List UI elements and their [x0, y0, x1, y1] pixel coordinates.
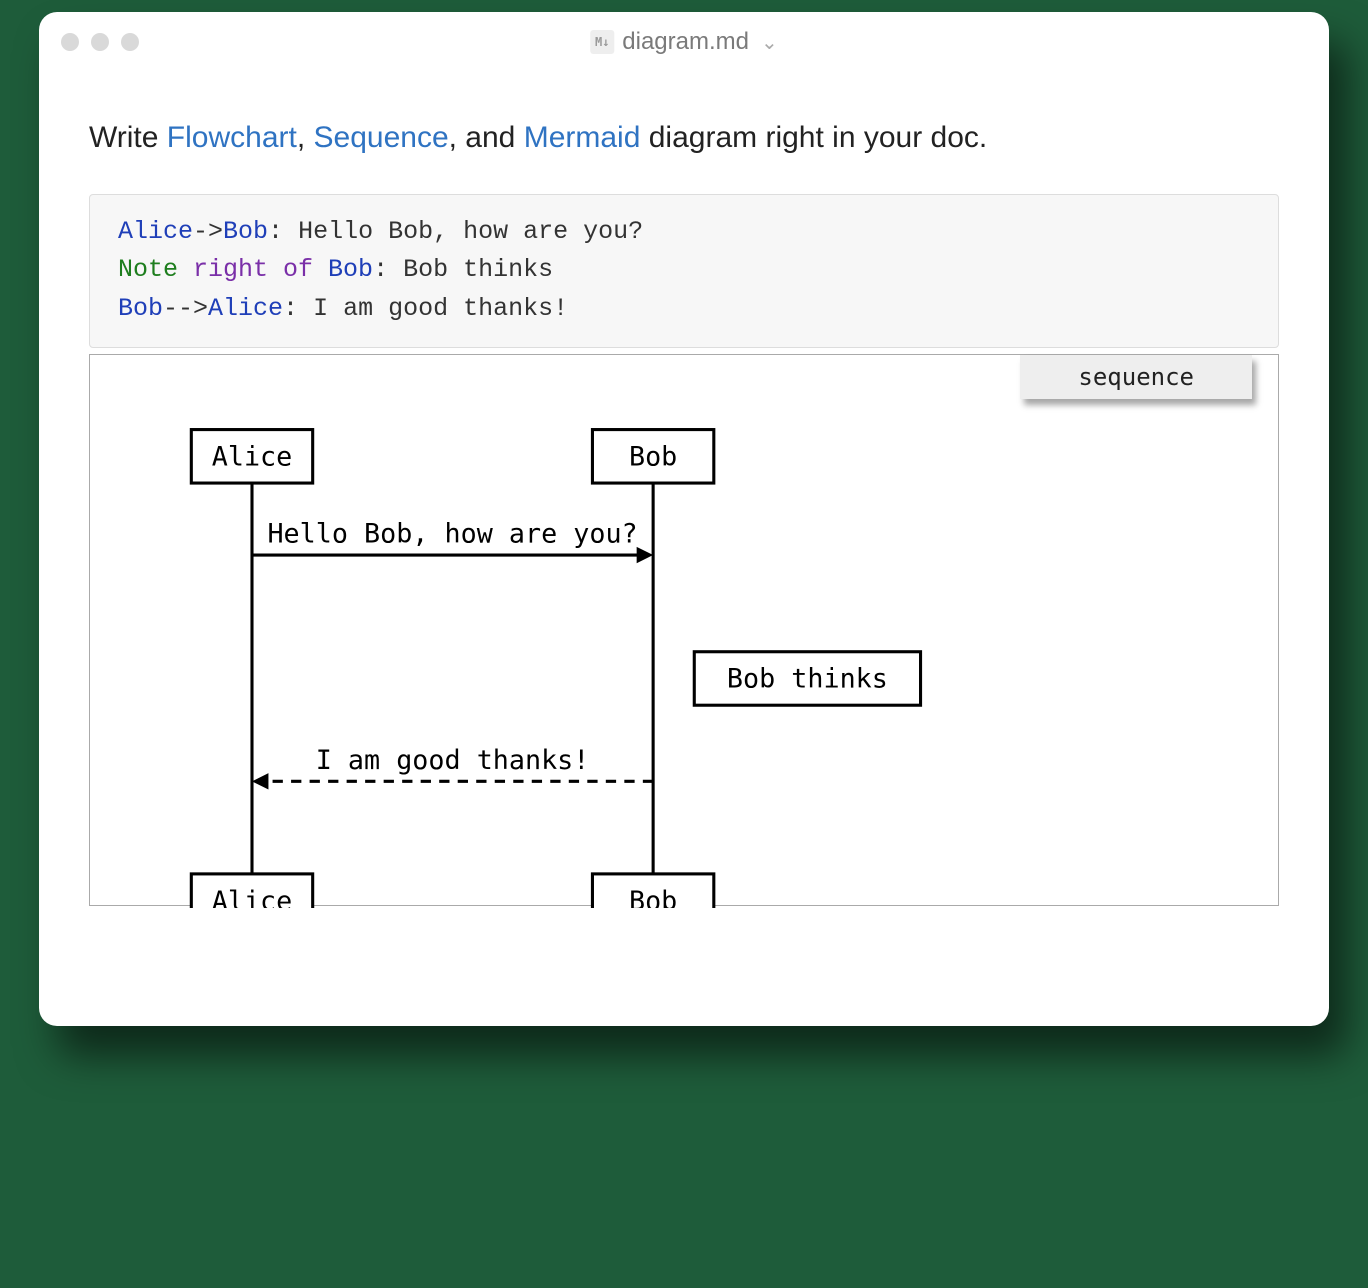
code-token: : [373, 255, 388, 284]
code-token: right of [178, 255, 328, 284]
chevron-down-icon[interactable]: ⌄ [761, 30, 778, 55]
intro-suffix: diagram right in your doc. [640, 121, 987, 154]
svg-text:Bob: Bob [629, 886, 677, 908]
code-token: Bob [223, 217, 268, 246]
zoom-icon[interactable] [121, 33, 139, 51]
code-token: Note [118, 255, 178, 284]
traffic-lights [61, 33, 139, 51]
diagram-panel: sequence Alice Bob Hello Bob, how are you?… [89, 354, 1279, 906]
code-token: I am good thanks! [298, 294, 568, 323]
link-flowchart[interactable]: Flowchart [167, 121, 297, 154]
code-token: Alice [208, 294, 283, 323]
code-block[interactable]: Alice->Bob: Hello Bob, how are you? Note… [89, 194, 1279, 348]
svg-text:Alice: Alice [212, 441, 292, 472]
titlebar: M↓ diagram.md ⌄ [39, 12, 1329, 72]
document-body: Write Flowchart, Sequence, and Mermaid d… [39, 72, 1329, 1026]
markdown-icon: M↓ [590, 30, 614, 54]
code-token: Hello Bob, how are you? [283, 217, 643, 246]
code-token: Bob thinks [388, 255, 553, 284]
intro-sep2: , and [449, 121, 524, 154]
svg-text:Hello Bob, how are you?: Hello Bob, how are you? [267, 518, 637, 549]
svg-text:Alice: Alice [212, 886, 292, 908]
window-title[interactable]: M↓ diagram.md ⌄ [590, 28, 777, 56]
link-sequence[interactable]: Sequence [314, 121, 449, 154]
code-token: -> [193, 217, 223, 246]
svg-text:I am good thanks!: I am good thanks! [316, 745, 590, 776]
code-token: Bob [118, 294, 163, 323]
code-token: Bob [328, 255, 373, 284]
code-token: --> [163, 294, 208, 323]
intro-sep1: , [297, 121, 314, 154]
diagram-type-badge: sequence [1020, 355, 1252, 399]
svg-text:Bob thinks: Bob thinks [727, 663, 888, 694]
file-name-label: diagram.md [622, 28, 749, 56]
minimize-icon[interactable] [91, 33, 109, 51]
svg-text:Bob: Bob [629, 441, 677, 472]
code-token: Alice [118, 217, 193, 246]
code-token: : [268, 217, 283, 246]
link-mermaid[interactable]: Mermaid [524, 121, 641, 154]
intro-prefix: Write [89, 121, 167, 154]
close-icon[interactable] [61, 33, 79, 51]
code-token: : [283, 294, 298, 323]
editor-window: M↓ diagram.md ⌄ Write Flowchart, Sequenc… [39, 12, 1329, 1026]
sequence-diagram: Alice Bob Hello Bob, how are you? Bob think… [108, 373, 1260, 887]
intro-text: Write Flowchart, Sequence, and Mermaid d… [89, 116, 1279, 160]
